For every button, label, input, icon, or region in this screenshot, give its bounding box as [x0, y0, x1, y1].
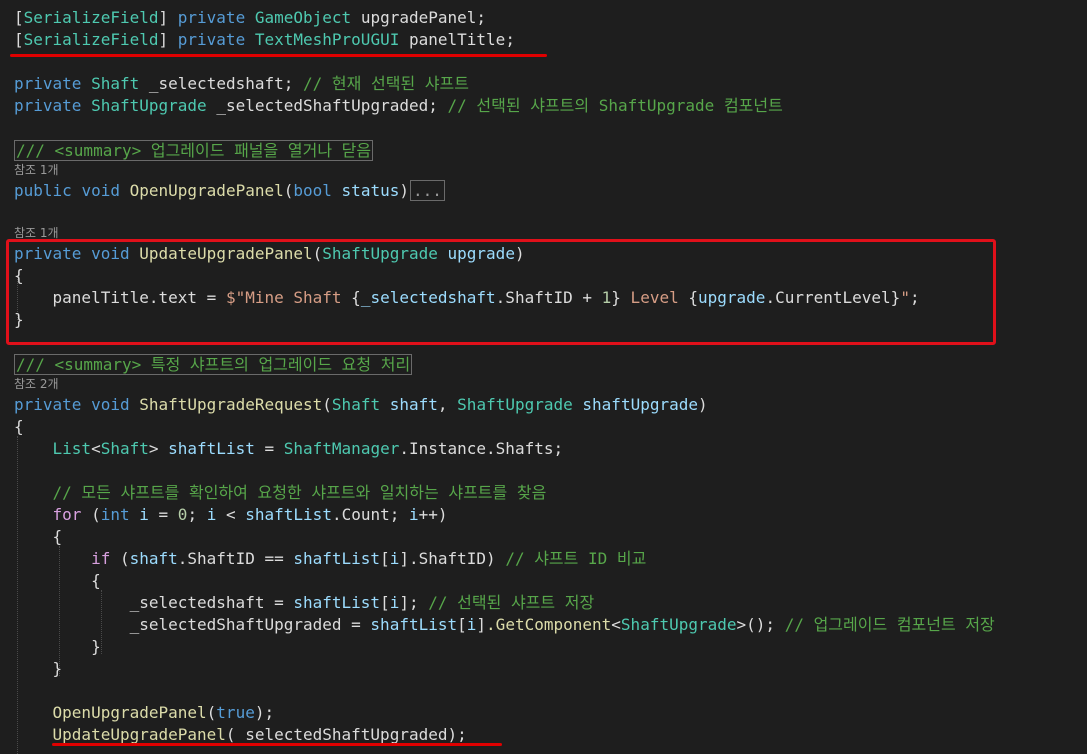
code-line-brace-open[interactable]: { [14, 570, 101, 592]
reference-count[interactable]: 참조 1개 [14, 163, 59, 177]
code-line-selectedshaft[interactable]: private Shaft _selectedshaft; // 현재 선택된 … [14, 73, 469, 95]
red-underline-annotation [10, 54, 547, 57]
collapsed-body-button[interactable]: ... [409, 180, 445, 201]
code-line-assign-selectedshaft[interactable]: _selectedshaft = shaftList[i]; // 선택된 샤프… [14, 592, 595, 614]
code-line-shaftlist[interactable]: List<Shaft> shaftList = ShaftManager.Ins… [14, 438, 564, 460]
collapsed-summary[interactable]: /// <summary> 특정 샤프트의 업그레이드 요청 처리 [14, 354, 413, 375]
code-line-summary-open[interactable]: /// <summary> 업그레이드 패널을 열거나 닫음 [14, 140, 374, 162]
red-underline-annotation [52, 743, 502, 746]
code-line-if[interactable]: if (shaft.ShaftID == shaftList[i].ShaftI… [14, 548, 646, 570]
reference-count[interactable]: 참조 2개 [14, 377, 59, 391]
code-line-assign-selectedupgraded[interactable]: _selectedShaftUpgraded = shaftList[i].Ge… [14, 614, 995, 636]
code-line-brace-open[interactable]: { [14, 416, 24, 438]
red-box-annotation [6, 239, 996, 345]
code-line-comment-find[interactable]: // 모든 샤프트를 확인하여 요청한 샤프트와 일치하는 샤프트를 찾음 [14, 482, 547, 504]
code-line-open-decl[interactable]: public void OpenUpgradePanel(bool status… [14, 180, 445, 202]
code-editor[interactable]: [SerializeField] private GameObject upgr… [0, 0, 1087, 754]
code-line-brace-open[interactable]: { [14, 526, 63, 548]
code-line-summary-request[interactable]: /// <summary> 특정 샤프트의 업그레이드 요청 처리 [14, 354, 413, 376]
reference-count[interactable]: 참조 1개 [14, 226, 59, 240]
code-line-request-decl[interactable]: private void ShaftUpgradeRequest(Shaft s… [14, 394, 708, 416]
code-line-brace-close[interactable]: } [14, 636, 101, 658]
collapsed-summary[interactable]: /// <summary> 업그레이드 패널을 열거나 닫음 [14, 140, 374, 161]
code-line-for[interactable]: for (int i = 0; i < shaftList.Count; i++… [14, 504, 448, 526]
code-line-serialize-upgradepanel[interactable]: [SerializeField] private GameObject upgr… [14, 7, 486, 29]
code-line-call-open[interactable]: OpenUpgradePanel(true); [14, 702, 275, 724]
code-line-serialize-paneltitle[interactable]: [SerializeField] private TextMeshProUGUI… [14, 29, 515, 51]
code-line-brace-close[interactable]: } [14, 658, 63, 680]
code-line-selectedshaftupgraded[interactable]: private ShaftUpgrade _selectedShaftUpgra… [14, 95, 783, 117]
